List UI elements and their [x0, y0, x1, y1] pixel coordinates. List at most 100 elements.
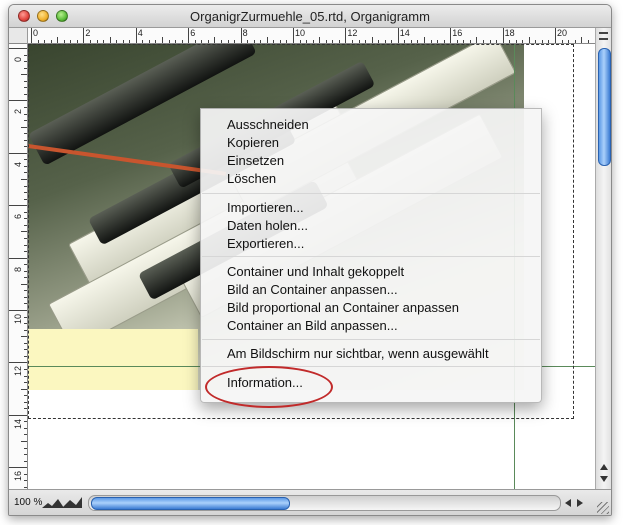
ruler-minor-tick: [57, 37, 59, 43]
ruler-tick: [240, 28, 242, 43]
ruler-minor-tick: [21, 126, 27, 128]
ruler-label: 12: [13, 366, 23, 377]
ruler-label: 12: [347, 28, 358, 38]
scroll-up-arrow-icon[interactable]: [600, 464, 608, 470]
ruler-minor-tick: [24, 146, 27, 148]
menu-item-bild-proportional[interactable]: Bild proportional an Container anpassen: [227, 300, 459, 315]
ruler-minor-tick: [482, 40, 484, 43]
ruler-minor-tick: [253, 40, 255, 43]
ruler-label: 4: [137, 28, 143, 38]
ruler-minor-tick: [24, 172, 27, 174]
ruler-minor-tick: [24, 290, 27, 292]
ruler-label: 2: [85, 28, 91, 38]
ruler-minor-tick: [24, 277, 27, 279]
menu-item-ausschneiden[interactable]: Ausschneiden: [227, 117, 309, 132]
ruler-minor-tick: [24, 349, 27, 351]
ruler-minor-tick: [21, 336, 27, 338]
menu-item-container-gekoppelt[interactable]: Container und Inhalt gekoppelt: [227, 264, 404, 279]
ruler-minor-tick: [496, 40, 498, 43]
ruler-minor-tick: [24, 486, 27, 488]
ruler-minor-tick: [155, 40, 157, 43]
ruler-minor-tick: [21, 441, 27, 442]
ruler-minor-tick: [37, 40, 39, 43]
ruler-minor-tick: [24, 480, 27, 482]
zoom-mountains-icon[interactable]: [42, 497, 82, 509]
document-window: OrganigrZurmuehle_05.rtd, Organigramm 0 2…: [8, 4, 612, 516]
menu-item-loeschen[interactable]: Löschen: [227, 171, 276, 186]
ruler-minor-tick: [24, 342, 27, 344]
scroll-down-arrow-icon[interactable]: [600, 476, 608, 482]
ruler-minor-tick: [430, 40, 432, 43]
ruler-minor-tick: [306, 40, 308, 43]
ruler-minor-tick: [299, 40, 301, 43]
ruler-minor-tick: [24, 218, 27, 220]
ruler-minor-tick: [24, 113, 27, 115]
ruler-minor-tick: [103, 40, 105, 43]
ruler-tick: [293, 28, 294, 43]
ruler-minor-tick: [260, 40, 262, 43]
scroll-right-arrow-icon[interactable]: [577, 499, 583, 507]
menu-item-kopieren[interactable]: Kopieren: [227, 135, 279, 150]
split-handle[interactable]: [599, 32, 608, 40]
menu-item-bild-an-container[interactable]: Bild an Container anpassen...: [227, 282, 398, 297]
ruler-tick: [188, 28, 190, 43]
ruler-minor-tick: [279, 40, 281, 43]
ruler-minor-tick: [535, 40, 537, 43]
ruler-minor-tick: [24, 67, 27, 69]
ruler-minor-tick: [286, 40, 288, 43]
ruler-minor-tick: [24, 80, 27, 82]
ruler-minor-tick: [384, 40, 386, 43]
vertical-scroll-thumb[interactable]: [598, 48, 611, 166]
ruler-minor-tick: [424, 37, 425, 43]
ruler-label: 10: [295, 28, 306, 38]
ruler-minor-tick: [378, 40, 380, 43]
menu-item-exportieren[interactable]: Exportieren...: [227, 236, 304, 251]
menu-item-daten-holen[interactable]: Daten holen...: [227, 218, 308, 233]
ruler-minor-tick: [548, 40, 550, 43]
scroll-left-arrow-icon[interactable]: [565, 499, 571, 507]
ruler-tick: [135, 28, 137, 43]
ruler-minor-tick: [162, 37, 163, 43]
ruler-tick: [9, 152, 27, 154]
ruler-minor-tick: [273, 40, 275, 43]
ruler-minor-tick: [24, 323, 27, 325]
ruler-minor-tick: [109, 37, 111, 43]
window-title: OrganigrZurmuehle_05.rtd, Organigramm: [190, 9, 430, 24]
ruler-minor-tick: [24, 251, 27, 253]
menu-item-nur-sichtbar[interactable]: Am Bildschirm nur sichtbar, wenn ausgewä…: [227, 346, 489, 361]
ruler-tick: [9, 414, 27, 416]
ruler-minor-tick: [24, 395, 27, 397]
ruler-minor-tick: [568, 40, 570, 43]
ruler-label: 14: [399, 28, 410, 38]
vertical-scrollbar[interactable]: [595, 28, 611, 489]
ruler-minor-tick: [410, 40, 412, 43]
ruler-minor-tick: [443, 40, 445, 43]
ruler-minor-tick: [365, 40, 367, 43]
ruler-tick: [9, 257, 27, 259]
ruler-minor-tick: [463, 40, 465, 43]
ruler-minor-tick: [522, 40, 524, 43]
ruler-minor-tick: [24, 198, 27, 200]
ruler-minor-tick: [489, 40, 491, 43]
ruler-minor-tick: [24, 408, 27, 410]
zoom-level[interactable]: 100 %: [14, 497, 42, 508]
ruler-minor-tick: [528, 37, 530, 43]
menu-item-einsetzen[interactable]: Einsetzen: [227, 153, 284, 168]
ruler-minor-tick: [391, 40, 393, 43]
horizontal-scroll-thumb[interactable]: [91, 497, 290, 510]
ruler-tick: [31, 28, 32, 43]
title-bar[interactable]: OrganigrZurmuehle_05.rtd, Organigramm: [9, 5, 611, 28]
menu-item-container-an-bild[interactable]: Container an Bild anpassen...: [227, 318, 398, 333]
ruler-minor-tick: [587, 40, 589, 43]
ruler-minor-tick: [21, 74, 27, 76]
ruler-minor-tick: [214, 37, 216, 43]
ruler-tick: [9, 467, 27, 469]
ruler-minor-tick: [358, 40, 360, 43]
menu-item-importieren[interactable]: Importieren...: [227, 200, 304, 215]
ruler-minor-tick: [371, 37, 373, 43]
ruler-minor-tick: [541, 40, 543, 43]
ruler-minor-tick: [24, 427, 27, 429]
horizontal-scrollbar[interactable]: [88, 495, 561, 511]
menu-separator: [202, 339, 540, 340]
resize-grip-icon[interactable]: [597, 502, 609, 514]
